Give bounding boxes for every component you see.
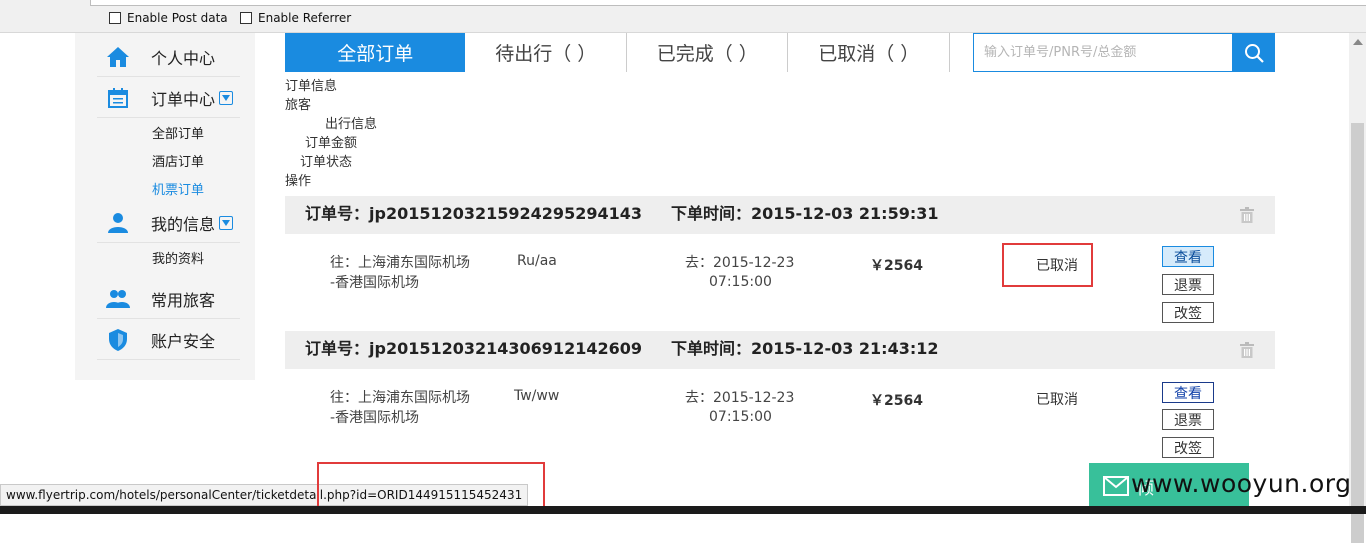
- refund-button[interactable]: 退票: [1162, 409, 1214, 430]
- users-icon: [105, 286, 131, 312]
- checkbox-box[interactable]: [240, 12, 252, 24]
- scrollbar-thumb[interactable]: [1351, 123, 1364, 543]
- tab-cancelled[interactable]: 已取消（ ）: [788, 33, 950, 72]
- sidebar-item-frequent-travelers[interactable]: 常用旅客: [97, 279, 240, 319]
- tab-pending[interactable]: 待出行（ ）: [465, 33, 627, 72]
- depart-date: 去：2015-12-23: [685, 255, 795, 271]
- route-line-1: 往：上海浦东国际机场: [330, 390, 470, 406]
- taskbar: [0, 506, 1366, 514]
- sidebar-sub-flight-orders[interactable]: 机票订单: [152, 179, 204, 198]
- change-button[interactable]: 改签: [1162, 302, 1214, 323]
- enable-post-checkbox[interactable]: Enable Post data: [109, 11, 228, 25]
- view-button[interactable]: 查看: [1162, 382, 1214, 403]
- url-input-area[interactable]: [90, 0, 1366, 6]
- passenger-name: Ru/aa: [517, 253, 557, 269]
- user-icon: [105, 210, 131, 236]
- passenger-name: Tw/ww: [514, 388, 560, 404]
- order-price: ￥2564: [870, 258, 923, 274]
- highlight-box: [317, 462, 545, 510]
- enable-referrer-label: Enable Referrer: [258, 11, 352, 25]
- checkbox-box[interactable]: [109, 12, 121, 24]
- tab-completed[interactable]: 已完成（ ）: [626, 33, 789, 72]
- sidebar-item-account-security[interactable]: 账户安全: [97, 320, 240, 360]
- sidebar-item-label: 个人中心: [151, 48, 216, 68]
- sidebar-item-label: 订单中心: [151, 89, 216, 109]
- column-status: 订单状态: [300, 155, 353, 170]
- change-button[interactable]: 改签: [1162, 437, 1214, 458]
- enable-post-label: Enable Post data: [127, 11, 228, 25]
- vertical-scrollbar[interactable]: [1349, 33, 1366, 543]
- trash-icon[interactable]: [1240, 342, 1254, 358]
- search-button[interactable]: [1233, 33, 1275, 72]
- sidebar-sub-my-profile[interactable]: 我的资料: [152, 248, 204, 267]
- sidebar-item-label: 常用旅客: [151, 290, 216, 310]
- depart-time: 07:15:00: [709, 409, 772, 425]
- sidebar-sub-hotel-orders[interactable]: 酒店订单: [152, 151, 204, 170]
- column-order-info: 订单信息: [285, 79, 338, 94]
- shield-icon: [105, 327, 131, 353]
- order-price: ￥2564: [870, 393, 923, 409]
- highlight-box: [1002, 243, 1093, 287]
- calendar-icon: [105, 85, 131, 111]
- search-icon: [1245, 43, 1264, 63]
- order-number: 订单号：jp20151203215924295294143: [305, 204, 642, 223]
- depart-date: 去：2015-12-23: [685, 390, 795, 406]
- enable-referrer-checkbox[interactable]: Enable Referrer: [240, 11, 351, 25]
- order-number: 订单号：jp20151203214306912142609: [305, 339, 642, 358]
- order-time: 下单时间：2015-12-03 21:59:31: [671, 204, 939, 223]
- sidebar-item-order-center[interactable]: 订单中心: [97, 78, 240, 118]
- sidebar-item-personal-center[interactable]: 个人中心: [97, 37, 240, 77]
- search-input[interactable]: [974, 34, 1232, 71]
- depart-time: 07:15:00: [709, 274, 772, 290]
- refund-button[interactable]: 退票: [1162, 274, 1214, 295]
- column-amount: 订单金额: [305, 136, 358, 151]
- route-line-1: 往：上海浦东国际机场: [330, 255, 470, 271]
- trash-icon[interactable]: [1240, 207, 1254, 223]
- sidebar: 个人中心 订单中心 全部订单 酒店订单 机票订单 我的信息 我的资料 常用旅客 …: [75, 33, 255, 380]
- order-status: 已取消: [1036, 392, 1078, 408]
- tab-all-orders[interactable]: 全部订单: [285, 33, 466, 72]
- order-header: 订单号：jp20151203214306912142609 下单时间：2015-…: [285, 331, 1275, 369]
- column-trip-info: 出行信息: [325, 117, 378, 132]
- order-header: 订单号：jp20151203215924295294143 下单时间：2015-…: [285, 196, 1275, 234]
- route-line-2: -香港国际机场: [330, 275, 420, 291]
- route-line-2: -香港国际机场: [330, 410, 420, 426]
- sidebar-item-label: 账户安全: [151, 331, 216, 351]
- browser-toolbar: Enable Post data Enable Referrer: [0, 0, 1366, 33]
- column-action: 操作: [285, 174, 312, 189]
- order-time: 下单时间：2015-12-03 21:43:12: [671, 339, 939, 358]
- column-traveler: 旅客: [285, 98, 312, 113]
- watermark: www.wooyun.org: [1131, 469, 1352, 498]
- home-icon: [105, 44, 131, 70]
- view-button[interactable]: 查看: [1162, 246, 1214, 267]
- mail-icon: [1103, 476, 1129, 496]
- sidebar-item-my-info[interactable]: 我的信息: [97, 203, 240, 243]
- sidebar-item-label: 我的信息: [151, 214, 216, 234]
- search-box: [973, 33, 1233, 72]
- chevron-down-icon[interactable]: [219, 90, 234, 105]
- order-tabs: 全部订单 待出行（ ） 已完成（ ） 已取消（ ）: [285, 33, 950, 72]
- chevron-down-icon[interactable]: [219, 215, 234, 230]
- scroll-up-icon[interactable]: [1353, 39, 1363, 45]
- sidebar-sub-all-orders[interactable]: 全部订单: [152, 123, 204, 142]
